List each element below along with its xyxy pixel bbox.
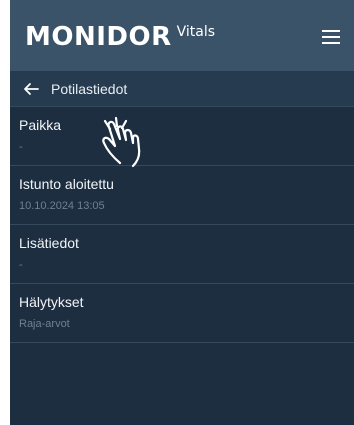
page-subheader: Potilastiedot: [10, 71, 354, 107]
list-item-session-started[interactable]: Istunto aloitettu 10.10.2024 13:05: [10, 166, 354, 225]
screenshot-frame: MONIDOR Vitals Potilastiedot Paikka - Is…: [0, 0, 354, 425]
row-title: Paikka: [19, 117, 62, 133]
back-button[interactable]: Potilastiedot: [18, 75, 168, 103]
list-item-location[interactable]: Paikka -: [10, 107, 354, 166]
list-item-alarms[interactable]: Hälytykset Raja-arvot: [10, 284, 354, 343]
hamburger-menu-icon[interactable]: [322, 28, 344, 46]
row-title: Hälytykset: [19, 294, 84, 310]
top-app-bar: MONIDOR Vitals: [10, 0, 354, 71]
row-value: -: [19, 141, 23, 153]
brand-subtitle: Vitals: [176, 24, 216, 40]
brand-name: MONIDOR: [25, 22, 172, 52]
list-item-additional-info[interactable]: Lisätiedot -: [10, 225, 354, 284]
row-title: Istunto aloitettu: [19, 176, 114, 192]
page-title: Potilastiedot: [51, 81, 128, 97]
row-value: Raja-arvot: [19, 318, 70, 330]
app-window: MONIDOR Vitals Potilastiedot Paikka - Is…: [10, 0, 354, 425]
left-margin: [0, 0, 10, 425]
row-value: 10.10.2024 13:05: [19, 200, 105, 212]
app-logo: MONIDOR Vitals: [25, 22, 215, 54]
row-title: Lisätiedot: [19, 235, 79, 251]
hand-pointer-icon: [102, 117, 141, 168]
row-value: -: [19, 259, 23, 271]
arrow-left-icon: [24, 83, 39, 95]
